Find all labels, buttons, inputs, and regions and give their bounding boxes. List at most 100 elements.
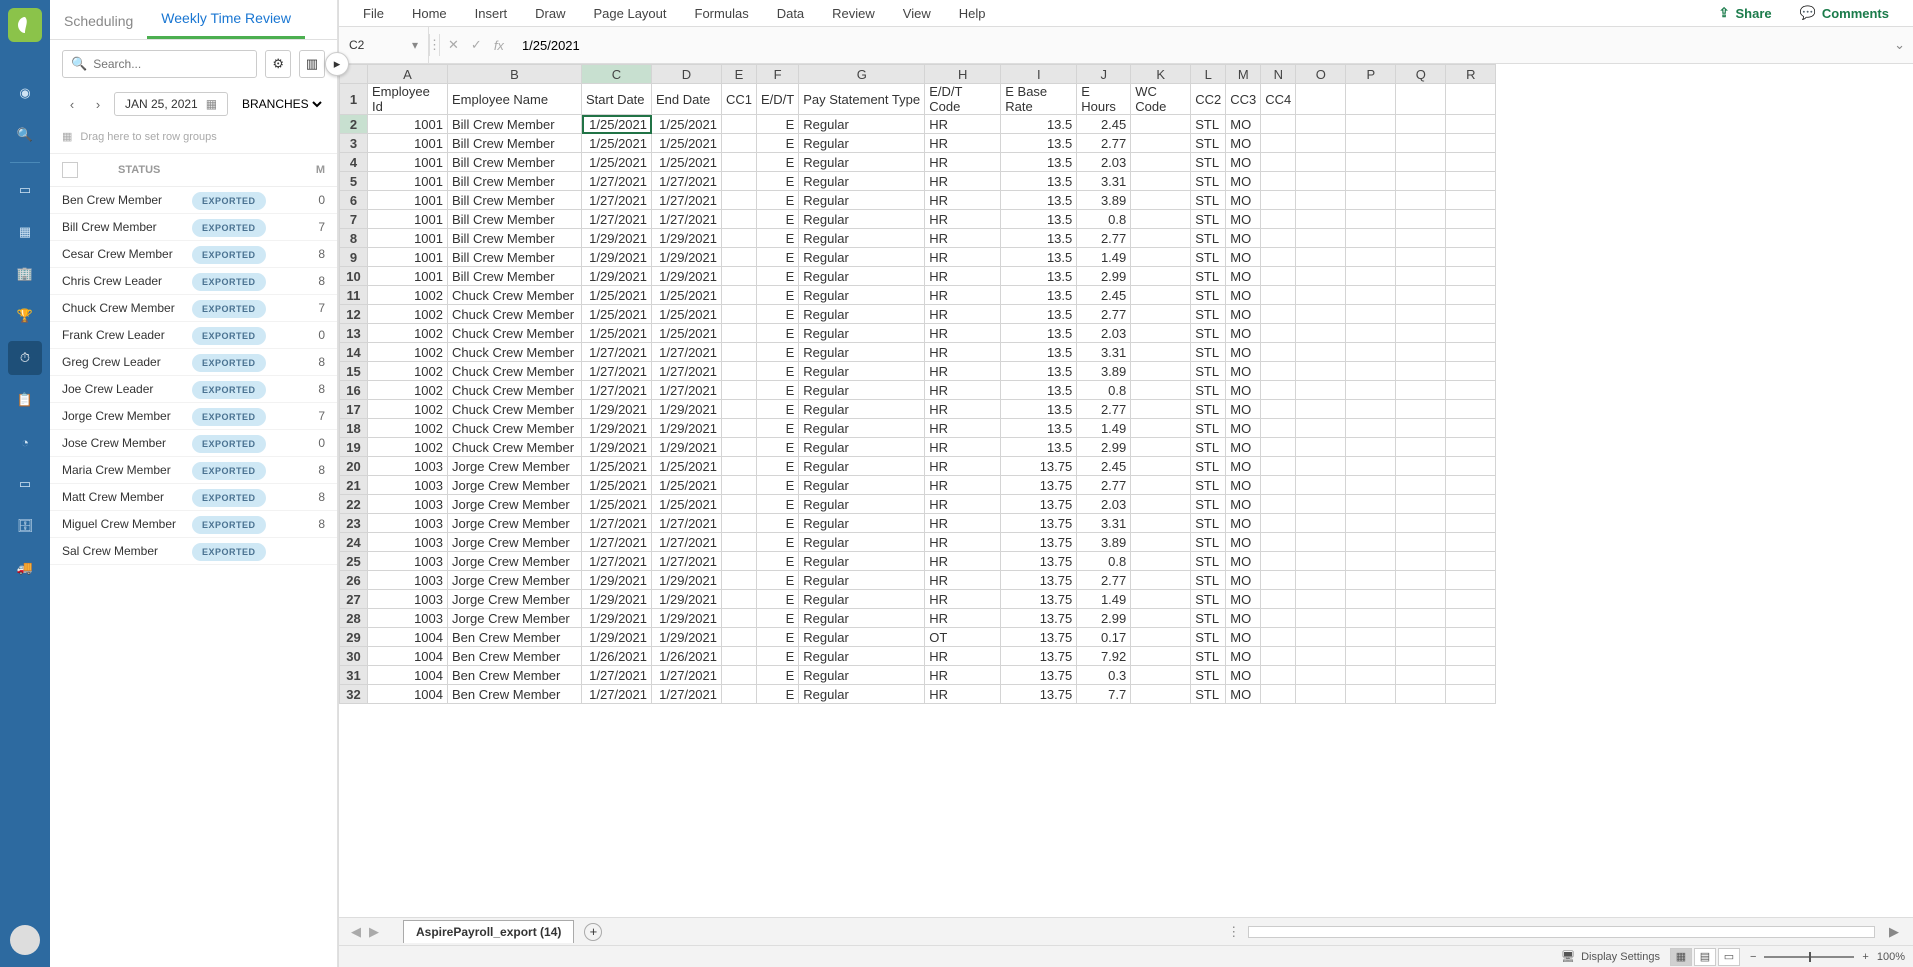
cell[interactable] (1131, 343, 1191, 362)
cell[interactable] (1261, 419, 1296, 438)
filter-button[interactable]: ⚙ (265, 50, 291, 78)
cell[interactable] (1396, 438, 1446, 457)
cell[interactable] (1446, 343, 1496, 362)
cell[interactable]: 13.5 (1001, 210, 1077, 229)
cell[interactable] (1346, 362, 1396, 381)
header-cell[interactable]: Pay Statement Type (799, 84, 925, 115)
cell[interactable]: 13.75 (1001, 571, 1077, 590)
cell[interactable]: 13.75 (1001, 609, 1077, 628)
select-all-checkbox[interactable] (62, 162, 78, 178)
cell[interactable] (1446, 495, 1496, 514)
cell[interactable] (1131, 457, 1191, 476)
cell[interactable]: E (757, 590, 799, 609)
cell[interactable]: 1004 (368, 647, 448, 666)
cell[interactable]: 1/25/2021 (652, 305, 722, 324)
employee-row[interactable]: Miguel Crew Member EXPORTED 8 (50, 511, 337, 538)
cell[interactable] (1131, 305, 1191, 324)
cell[interactable]: Bill Crew Member (448, 248, 582, 267)
cell[interactable]: STL (1191, 153, 1226, 172)
cell[interactable]: HR (925, 153, 1001, 172)
cell[interactable] (1261, 666, 1296, 685)
cell[interactable]: E (757, 191, 799, 210)
cell[interactable] (1396, 115, 1446, 134)
cell[interactable]: Bill Crew Member (448, 210, 582, 229)
cell[interactable] (1261, 172, 1296, 191)
cell[interactable] (1131, 229, 1191, 248)
cell[interactable]: 1004 (368, 666, 448, 685)
cell[interactable]: Regular (799, 400, 925, 419)
cell[interactable]: 1/27/2021 (652, 552, 722, 571)
header-cell[interactable]: CC4 (1261, 84, 1296, 115)
cell[interactable]: 1002 (368, 343, 448, 362)
cell[interactable] (722, 419, 757, 438)
cell[interactable] (1296, 571, 1346, 590)
cell[interactable]: E (757, 153, 799, 172)
header-cell[interactable] (1296, 84, 1346, 115)
cell[interactable]: 1/29/2021 (652, 609, 722, 628)
cell[interactable] (1396, 628, 1446, 647)
cell[interactable] (1346, 647, 1396, 666)
col-header-L[interactable]: L (1191, 65, 1226, 84)
ribbon-tab-formulas[interactable]: Formulas (681, 0, 763, 26)
ribbon-tab-file[interactable]: File (349, 0, 398, 26)
cell[interactable]: 1/29/2021 (582, 248, 652, 267)
date-picker[interactable]: JAN 25, 2021 ▦ (114, 92, 228, 116)
row-header-22[interactable]: 22 (340, 495, 368, 514)
cell[interactable]: E (757, 343, 799, 362)
cell[interactable]: 2.03 (1077, 153, 1131, 172)
cell[interactable]: 2.45 (1077, 457, 1131, 476)
header-cell[interactable]: CC1 (722, 84, 757, 115)
zoom-out-button[interactable]: − (1750, 951, 1756, 963)
cell[interactable]: STL (1191, 590, 1226, 609)
sheet-nav-next[interactable]: ▶ (365, 924, 383, 940)
cell[interactable] (1296, 172, 1346, 191)
row-header-32[interactable]: 32 (340, 685, 368, 704)
cell[interactable] (1346, 552, 1396, 571)
cell[interactable]: 1001 (368, 191, 448, 210)
cell[interactable]: 1/27/2021 (582, 514, 652, 533)
cell[interactable]: 13.5 (1001, 419, 1077, 438)
cell[interactable]: Regular (799, 666, 925, 685)
cell[interactable] (1261, 400, 1296, 419)
cell[interactable]: Bill Crew Member (448, 172, 582, 191)
cell[interactable] (1396, 248, 1446, 267)
cell[interactable]: 1/29/2021 (582, 628, 652, 647)
cell[interactable] (1396, 590, 1446, 609)
cell[interactable]: 1001 (368, 153, 448, 172)
employee-row[interactable]: Greg Crew Leader EXPORTED 8 (50, 349, 337, 376)
cell[interactable] (1396, 229, 1446, 248)
cell[interactable]: MO (1226, 381, 1261, 400)
row-header-1[interactable]: 1 (340, 84, 368, 115)
cell[interactable] (1346, 476, 1396, 495)
cell[interactable] (1446, 685, 1496, 704)
cell[interactable]: MO (1226, 305, 1261, 324)
cell[interactable]: 1/27/2021 (652, 343, 722, 362)
cell[interactable]: HR (925, 248, 1001, 267)
cell[interactable]: MO (1226, 476, 1261, 495)
cell[interactable] (1446, 172, 1496, 191)
cell[interactable] (1296, 362, 1346, 381)
cell[interactable]: Chuck Crew Member (448, 286, 582, 305)
ribbon-tab-draw[interactable]: Draw (521, 0, 579, 26)
cell[interactable]: 0.8 (1077, 552, 1131, 571)
employee-row[interactable]: Chris Crew Leader EXPORTED 8 (50, 268, 337, 295)
cell[interactable] (1296, 248, 1346, 267)
cell[interactable]: 2.99 (1077, 438, 1131, 457)
scroll-right-button[interactable]: ▶ (1883, 924, 1905, 940)
cell[interactable] (1261, 609, 1296, 628)
cell[interactable]: MO (1226, 666, 1261, 685)
cell[interactable]: Jorge Crew Member (448, 552, 582, 571)
cell[interactable] (1296, 191, 1346, 210)
cell[interactable] (1296, 419, 1346, 438)
cell[interactable] (1346, 571, 1396, 590)
cell[interactable]: E (757, 172, 799, 191)
cell[interactable] (1446, 514, 1496, 533)
cell[interactable] (722, 324, 757, 343)
cell[interactable]: Bill Crew Member (448, 153, 582, 172)
cell[interactable] (1131, 362, 1191, 381)
cell[interactable]: MO (1226, 438, 1261, 457)
cell[interactable]: 1/29/2021 (582, 229, 652, 248)
cell[interactable]: 13.5 (1001, 305, 1077, 324)
cell[interactable] (1346, 609, 1396, 628)
cell[interactable]: STL (1191, 362, 1226, 381)
